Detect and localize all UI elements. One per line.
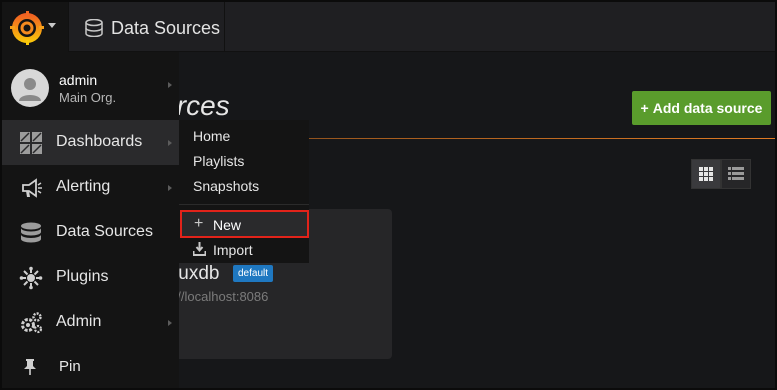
sidebar-item-label: Alerting xyxy=(56,178,111,195)
user-icon xyxy=(19,78,41,101)
chevron-right-icon xyxy=(168,185,172,191)
side-menu: admin Main Org. Dashboards Alerting Data… xyxy=(2,52,179,388)
dropdown-divider xyxy=(179,204,309,205)
import-icon xyxy=(193,242,206,256)
sidebar-item-alerting[interactable]: Alerting xyxy=(2,165,179,210)
sidebar-item-label: Admin xyxy=(56,313,102,330)
dashboards-dropdown: Home Playlists Snapshots + New Import xyxy=(179,120,309,263)
user-profile-item[interactable]: admin Main Org. xyxy=(2,52,179,118)
avatar xyxy=(11,69,49,107)
chevron-right-icon xyxy=(168,82,172,88)
grafana-menu-button[interactable] xyxy=(2,2,69,52)
dropdown-item-home[interactable]: Home xyxy=(193,128,230,144)
sidebar-item-data-sources[interactable]: Data Sources xyxy=(2,210,179,255)
sidebar-item-pin[interactable]: Pin xyxy=(2,345,179,388)
sidebar-item-dashboards[interactable]: Dashboards xyxy=(2,120,179,165)
plus-icon: + xyxy=(640,100,649,116)
sidebar-item-label: Plugins xyxy=(56,268,109,285)
default-badge: default xyxy=(233,265,274,282)
sidebar-item-label: Pin xyxy=(59,358,81,375)
dropdown-item-snapshots[interactable]: Snapshots xyxy=(193,178,259,194)
add-data-source-button[interactable]: + Add data source xyxy=(632,91,771,125)
dropdown-item-label: New xyxy=(213,217,242,233)
pin-icon xyxy=(24,359,36,375)
chevron-right-icon xyxy=(168,140,172,146)
dropdown-item-playlists[interactable]: Playlists xyxy=(193,153,244,169)
grafana-logo-icon xyxy=(10,11,44,45)
database-icon xyxy=(85,19,103,37)
view-toggle xyxy=(691,159,752,189)
plugins-icon xyxy=(19,266,43,290)
user-org: Main Org. xyxy=(59,90,117,105)
add-data-source-label: Add data source xyxy=(652,100,763,116)
dropdown-item-import[interactable]: Import xyxy=(213,242,253,258)
grid-icon xyxy=(699,167,713,181)
sidebar-item-label: Dashboards xyxy=(56,133,143,150)
sidebar-item-admin[interactable]: Admin xyxy=(2,300,179,345)
plus-icon: + xyxy=(194,215,204,232)
user-name: admin xyxy=(59,72,98,88)
gears-icon xyxy=(21,312,43,334)
grid-view-button[interactable] xyxy=(691,159,721,189)
section-title: Data Sources xyxy=(111,18,221,38)
database-icon xyxy=(21,222,41,243)
dropdown-item-new[interactable]: + New xyxy=(180,210,309,238)
sidebar-item-label: Data Sources xyxy=(56,223,153,240)
chevron-right-icon xyxy=(168,320,172,326)
alerting-icon xyxy=(22,178,42,198)
top-navbar: Data Sources xyxy=(2,2,775,52)
current-section-button[interactable]: Data Sources xyxy=(69,2,225,52)
app-window: Data Sources +Add data source influxdb d… xyxy=(0,0,777,390)
list-view-button[interactable] xyxy=(721,159,751,189)
dashboards-icon xyxy=(20,132,42,154)
sidebar-item-plugins[interactable]: Plugins xyxy=(2,255,179,300)
list-icon xyxy=(728,167,744,180)
chevron-down-icon xyxy=(48,23,56,28)
